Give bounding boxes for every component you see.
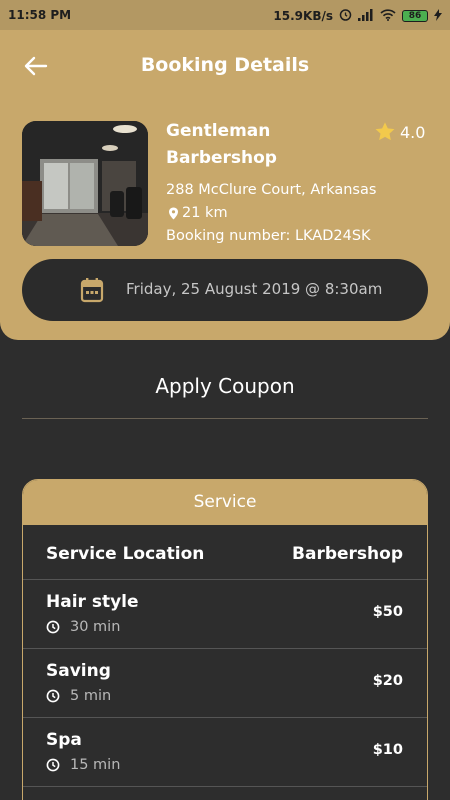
clock-icon <box>46 620 60 634</box>
service-name: Hair style <box>46 592 139 612</box>
status-bar: 11:58 PM 15.9KB/s 86 <box>0 0 450 30</box>
shop-name-line1: Gentleman <box>166 121 271 141</box>
service-item[interactable]: Saving 5 min $20 <box>23 649 427 718</box>
shop-photo <box>22 121 148 246</box>
calendar-icon <box>80 278 104 303</box>
booking-datetime: Friday, 25 August 2019 @ 8:30am <box>126 280 383 298</box>
signal-icon <box>358 8 374 24</box>
alarm-icon <box>339 8 352 24</box>
duration-value: 15 min <box>70 757 121 773</box>
service-duration: 15 min <box>46 757 120 773</box>
location-pin-icon <box>169 207 178 219</box>
network-speed: 15.9KB/s <box>273 9 333 23</box>
service-location-row: Service Location Barbershop <box>23 525 427 580</box>
divider <box>22 418 428 419</box>
status-time: 11:58 PM <box>8 8 72 22</box>
service-card-title: Service <box>23 480 427 525</box>
booking-summary-header: Booking Details Gentleman Barbershop 4.0… <box>0 30 450 340</box>
duration-value: 30 min <box>70 619 121 635</box>
shop-name: Gentleman Barbershop <box>166 118 366 172</box>
service-item[interactable]: Spa 15 min $10 <box>23 718 427 787</box>
star-icon <box>375 122 395 141</box>
battery-icon: 86 <box>402 10 428 22</box>
service-name: Spa <box>46 730 82 750</box>
clock-icon <box>46 758 60 772</box>
page-title: Booking Details <box>140 54 310 76</box>
service-location-label: Service Location <box>46 544 205 564</box>
booking-date-pill[interactable]: Friday, 25 August 2019 @ 8:30am <box>22 259 428 321</box>
service-duration: 5 min <box>46 688 111 704</box>
booking-number: Booking number: LKAD24SK <box>166 228 371 244</box>
shop-name-line2: Barbershop <box>166 148 277 168</box>
status-indicators: 15.9KB/s 86 <box>273 8 442 24</box>
service-name: Saving <box>46 661 111 681</box>
rating-value: 4.0 <box>400 122 426 142</box>
clock-icon <box>46 689 60 703</box>
service-item[interactable]: Hair style 30 min $50 <box>23 580 427 649</box>
shop-distance: 21 km <box>168 205 228 221</box>
service-duration: 30 min <box>46 619 120 635</box>
distance-value: 21 km <box>182 205 228 221</box>
shop-rating: 4.0 <box>374 121 425 143</box>
service-card: Service Service Location Barbershop Hair… <box>22 479 428 800</box>
apply-coupon-button[interactable]: Apply Coupon <box>0 374 450 398</box>
service-price: $20 <box>372 673 403 689</box>
duration-value: 5 min <box>70 688 112 704</box>
service-location-value: Barbershop <box>292 544 403 564</box>
charging-icon <box>434 8 442 24</box>
service-price: $50 <box>372 604 403 620</box>
service-price: $10 <box>372 742 403 758</box>
shop-address: 288 McClure Court, Arkansas <box>166 182 377 198</box>
wifi-icon <box>380 8 396 24</box>
